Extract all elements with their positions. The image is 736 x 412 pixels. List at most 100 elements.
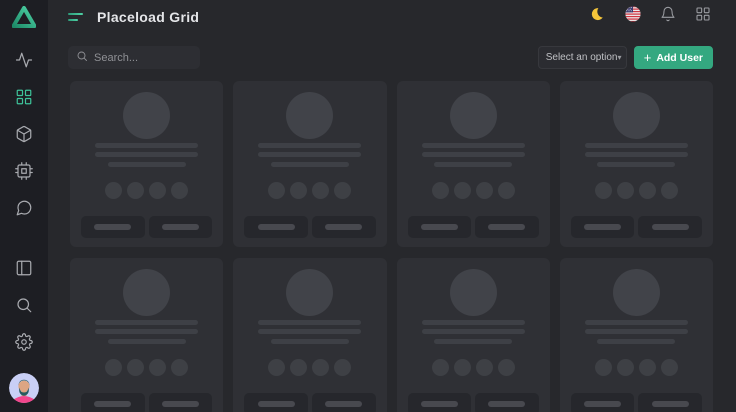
grid-icon [15, 88, 33, 111]
toolbar-right: Select an option ▾ + Add User [538, 46, 713, 69]
apps-grid-icon [695, 6, 711, 27]
button-placeholder [81, 393, 145, 412]
sidebar-item-activity[interactable] [14, 52, 34, 72]
header: Placeload Grid [48, 0, 736, 33]
dot-placeholder [595, 359, 612, 376]
add-user-label: Add User [656, 52, 703, 64]
button-line-placeholder [325, 401, 362, 407]
dot-placeholder [105, 182, 122, 199]
toolbar: Select an option ▾ + Add User [48, 33, 736, 81]
dots-placeholder-row [268, 182, 351, 199]
triangle-logo-icon [12, 6, 36, 33]
dots-placeholder-row [268, 359, 351, 376]
sidebar-item-search[interactable] [14, 297, 34, 317]
menu-toggle-icon[interactable] [68, 11, 84, 23]
button-placeholder-row [244, 393, 375, 412]
chevron-down-icon: ▾ [617, 53, 621, 62]
text-line-placeholder [597, 162, 675, 167]
button-line-placeholder [488, 224, 525, 230]
apps-panel-button[interactable] [693, 7, 713, 27]
sidebar-item-messages[interactable] [14, 200, 34, 220]
button-line-placeholder [94, 401, 131, 407]
sidebar-item-elements[interactable] [14, 163, 34, 183]
button-line-placeholder [325, 224, 362, 230]
button-placeholder-row [571, 216, 702, 238]
app-logo[interactable] [11, 7, 37, 31]
dot-placeholder [105, 359, 122, 376]
button-line-placeholder [584, 401, 621, 407]
text-line-placeholder [271, 162, 349, 167]
dot-placeholder [149, 182, 166, 199]
filter-select[interactable]: Select an option ▾ [538, 46, 627, 69]
avatar-placeholder [613, 92, 660, 139]
sidebar-item-components[interactable] [14, 126, 34, 146]
text-line-placeholder [434, 339, 512, 344]
activity-icon [15, 51, 33, 74]
button-placeholder-row [408, 393, 539, 412]
dot-placeholder [268, 182, 285, 199]
text-line-placeholder [422, 329, 525, 334]
button-line-placeholder [421, 224, 458, 230]
plus-icon: + [644, 51, 652, 64]
search-icon [76, 49, 88, 67]
dot-placeholder [290, 359, 307, 376]
button-placeholder [408, 393, 472, 412]
dot-placeholder [290, 182, 307, 199]
button-placeholder-row [408, 216, 539, 238]
filter-select-value: Select an option [546, 52, 618, 63]
dot-placeholder [595, 182, 612, 199]
add-user-button[interactable]: + Add User [634, 46, 713, 69]
sidebar-item-dashboards[interactable] [14, 89, 34, 109]
button-placeholder [244, 216, 308, 238]
dot-placeholder [312, 182, 329, 199]
language-selector[interactable] [623, 7, 643, 27]
placeload-card [560, 81, 713, 247]
dot-placeholder [617, 182, 634, 199]
dot-placeholder [171, 359, 188, 376]
text-line-placeholder [271, 339, 349, 344]
dark-mode-toggle[interactable] [588, 7, 608, 27]
avatar-placeholder [123, 92, 170, 139]
text-line-placeholder [258, 152, 361, 157]
text-line-placeholder [258, 143, 361, 148]
button-placeholder [244, 393, 308, 412]
text-line-placeholder [258, 320, 361, 325]
search-box [68, 46, 200, 69]
page-title: Placeload Grid [97, 9, 199, 25]
button-line-placeholder [652, 224, 689, 230]
placeload-card [233, 258, 386, 412]
dot-placeholder [661, 182, 678, 199]
button-line-placeholder [258, 224, 295, 230]
text-line-placeholder [585, 329, 688, 334]
button-placeholder [408, 216, 472, 238]
button-placeholder-row [81, 393, 212, 412]
button-line-placeholder [162, 224, 199, 230]
sidebar-item-settings[interactable] [14, 334, 34, 354]
text-line-placeholder [585, 143, 688, 148]
sidebar-footer [9, 260, 39, 403]
dot-placeholder [268, 359, 285, 376]
button-line-placeholder [652, 401, 689, 407]
button-placeholder [638, 393, 702, 412]
text-line-placeholder [95, 143, 198, 148]
sidebar-item-panels[interactable] [14, 260, 34, 280]
text-line-placeholder [258, 329, 361, 334]
box-icon [15, 125, 33, 148]
search-input[interactable] [94, 52, 192, 64]
sidebar-panel-icon [15, 259, 33, 282]
dot-placeholder [454, 359, 471, 376]
text-line-placeholder [95, 152, 198, 157]
text-line-placeholder [422, 320, 525, 325]
header-actions [588, 7, 713, 27]
gear-icon [15, 333, 33, 356]
notifications-button[interactable] [658, 7, 678, 27]
button-line-placeholder [488, 401, 525, 407]
placeload-card [70, 81, 223, 247]
button-placeholder [571, 393, 635, 412]
avatar-placeholder [286, 92, 333, 139]
dot-placeholder [476, 359, 493, 376]
user-avatar[interactable] [9, 373, 39, 403]
app-window: Placeload Grid [0, 0, 736, 412]
dot-placeholder [171, 182, 188, 199]
dot-placeholder [454, 182, 471, 199]
